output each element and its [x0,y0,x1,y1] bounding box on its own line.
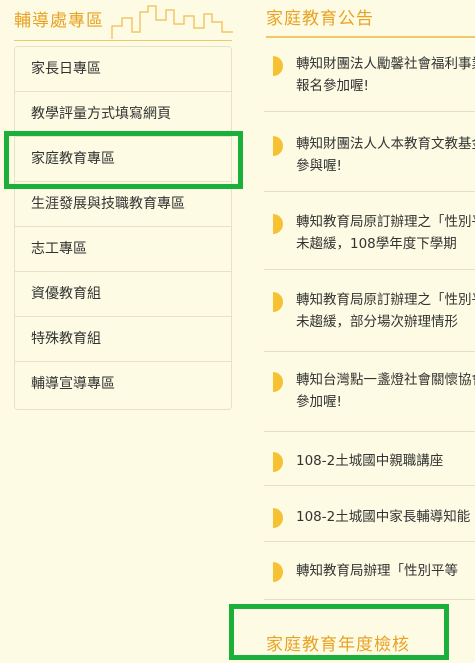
half-circle-icon [273,508,283,528]
half-circle-icon [273,452,283,472]
news-title: 家庭教育公告 [266,9,374,29]
news-item-line1: 轉知財團法人勵馨社會福利事業基金會 [296,56,475,72]
news-item[interactable]: 轉知財團法人勵馨社會福利事業基金會 報名參加喔! [264,46,475,112]
news-item[interactable]: 轉知教育局原訂辦理之「性別平等教育」 未趨緩，部分場次辦理情形 [264,270,475,352]
sidebar-menu: 家長日專區 教學評量方式填寫網頁 家庭教育專區 生涯發展與技職教育專區 志工專區… [14,46,232,410]
highlight-box-family-education [4,131,243,189]
sidebar-title-underline [14,40,232,41]
news-item-line2: 參加喔! [296,394,342,410]
sidebar-item-volunteer[interactable]: 志工專區 [15,227,231,272]
news-item[interactable]: 轉知台灣點一盞燈社會關懷協會 參加喔! [264,352,475,432]
half-circle-icon [273,136,283,156]
skyline-icon [111,5,233,39]
news-item-line2: 參與喔! [296,158,342,174]
highlight-box-annual-review [229,604,449,660]
news-item-line2: 報名參加喔! [296,78,369,94]
half-circle-icon [273,56,283,76]
news-item[interactable]: 108-2土城國中親職講座 [264,432,475,486]
sidebar-item-counseling-promotion[interactable]: 輔導宣導專區 [15,362,231,407]
news-item[interactable]: 轉知教育局辦理「性別平等 [264,542,475,600]
news-item-line1: 轉知教育局原訂辦理之「性別平等教育」 [296,214,475,230]
news-item-line1: 108-2土城國中親職講座 [296,453,444,469]
news-title-underline [266,36,475,38]
half-circle-icon [273,372,283,392]
half-circle-icon [273,292,283,312]
half-circle-icon [273,214,283,234]
news-item-line2: 未趨緩，部分場次辦理情形 [296,314,458,330]
sidebar-item-special-education[interactable]: 特殊教育組 [15,317,231,362]
news-item-line1: 轉知教育局辦理「性別平等 [296,563,458,579]
news-item[interactable]: 轉知教育局原訂辦理之「性別平等教育」 未趨緩，108學年度下學期 [264,192,475,270]
news-item-line1: 108-2土城國中家長輔導知能 [296,509,471,525]
news-item-line1: 轉知台灣點一盞燈社會關懷協會 [296,372,475,388]
news-item-line2: 未趨緩，108學年度下學期 [296,236,457,252]
sidebar-item-gifted-education[interactable]: 資優教育組 [15,272,231,317]
news-item-line1: 轉知財團法人人本教育文教基金會 [296,136,475,152]
half-circle-icon [273,562,283,582]
sidebar-title: 輔導處專區 [14,11,104,31]
sidebar-item-parents-day[interactable]: 家長日專區 [15,47,231,92]
news-item-line1: 轉知教育局原訂辦理之「性別平等教育」 [296,292,475,308]
news-item[interactable]: 轉知財團法人人本教育文教基金會 參與喔! [264,112,475,192]
news-item[interactable]: 108-2土城國中家長輔導知能 [264,486,475,542]
